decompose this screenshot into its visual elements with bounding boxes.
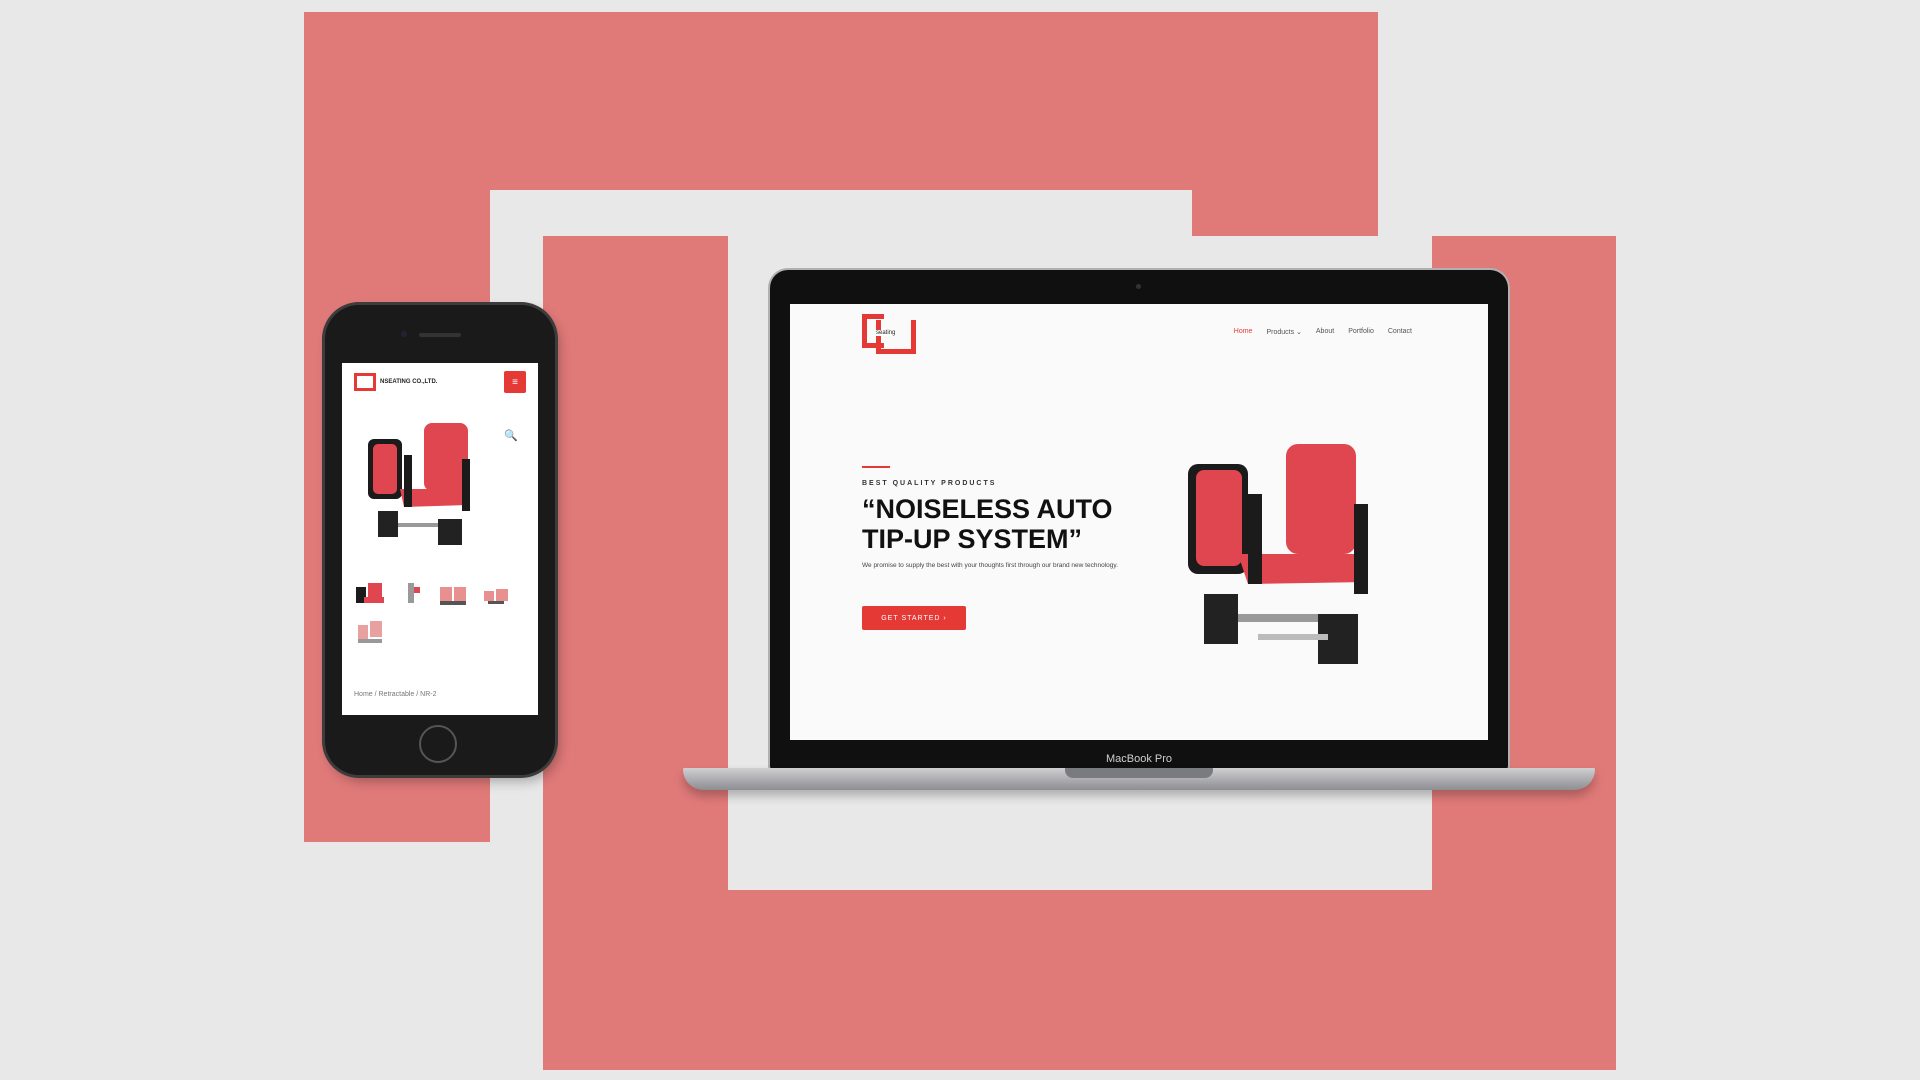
thumbnail-1[interactable] bbox=[354, 581, 386, 609]
site-logo[interactable]: seating bbox=[862, 314, 916, 354]
laptop-screen: seating Home Products ⌄ About Portfolio … bbox=[790, 304, 1488, 740]
thumbnail-4[interactable] bbox=[480, 581, 512, 609]
laptop-device-label: MacBook Pro bbox=[1105, 753, 1173, 765]
site-nav: Home Products ⌄ About Portfolio Contact bbox=[1234, 328, 1412, 336]
laptop-lid: seating Home Products ⌄ About Portfolio … bbox=[770, 270, 1508, 770]
nav-about[interactable]: About bbox=[1316, 328, 1334, 336]
hero-text: We promise to supply the best with your … bbox=[862, 562, 1118, 569]
get-started-button[interactable]: GET STARTED › bbox=[862, 606, 966, 630]
nav-contact[interactable]: Contact bbox=[1388, 328, 1412, 336]
hero-eyebrow: BEST QUALITY PRODUCTS bbox=[862, 480, 997, 487]
nav-products[interactable]: Products ⌄ bbox=[1266, 328, 1301, 336]
mobile-chair-image bbox=[368, 423, 470, 545]
thumbnail-2[interactable] bbox=[396, 581, 428, 609]
hero-rule bbox=[862, 466, 890, 468]
laptop-notch bbox=[1065, 768, 1213, 778]
phone-home-button[interactable] bbox=[419, 725, 457, 763]
thumbnail-gallery bbox=[354, 581, 530, 647]
nav-portfolio[interactable]: Portfolio bbox=[1348, 328, 1374, 336]
phone-screen: NSEATING CO.,LTD. ≡ 🔍 Home / Retractable… bbox=[342, 363, 538, 715]
mobile-brand: NSEATING CO.,LTD. bbox=[380, 379, 438, 385]
phone-speaker bbox=[419, 333, 461, 337]
breadcrumb: Home / Retractable / NR-2 bbox=[354, 691, 437, 698]
phone-device: NSEATING CO.,LTD. ≡ 🔍 Home / Retractable… bbox=[325, 305, 555, 775]
thumbnail-5[interactable] bbox=[354, 619, 386, 647]
thumbnail-3[interactable] bbox=[438, 581, 470, 609]
site-logo-text: seating bbox=[876, 330, 896, 336]
chair-image bbox=[1188, 444, 1368, 664]
nav-home[interactable]: Home bbox=[1234, 328, 1253, 336]
laptop-camera bbox=[1136, 284, 1141, 289]
hamburger-icon[interactable]: ≡ bbox=[504, 371, 526, 393]
laptop-base bbox=[683, 768, 1595, 790]
phone-camera bbox=[401, 331, 407, 337]
mobile-logo[interactable] bbox=[354, 373, 376, 391]
hero-title: “NOISELESS AUTO TIP-UP SYSTEM” bbox=[862, 494, 1113, 554]
magnifier-icon[interactable]: 🔍 bbox=[504, 429, 518, 442]
